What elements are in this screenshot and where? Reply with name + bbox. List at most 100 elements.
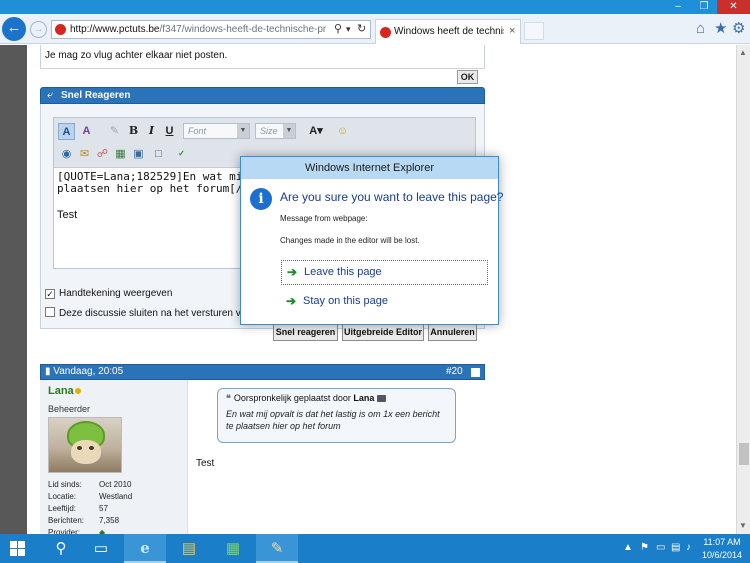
image-icon[interactable]: ▦ bbox=[112, 146, 129, 163]
start-button[interactable] bbox=[0, 534, 37, 563]
font-select[interactable]: Font ▼ bbox=[183, 123, 250, 139]
font-color-icon[interactable]: A bbox=[58, 123, 75, 140]
globe-link-icon[interactable]: ◉ bbox=[58, 146, 75, 163]
new-tab-button[interactable] bbox=[524, 22, 544, 40]
user-stats: Lid sinds: Oct 2010 Locatie: Westland Leef… bbox=[48, 480, 178, 534]
minimize-button[interactable]: – bbox=[665, 0, 691, 14]
volume-icon[interactable]: ♪ bbox=[686, 542, 691, 554]
ok-button[interactable]: OK bbox=[457, 70, 478, 84]
paint-icon[interactable]: ✎ bbox=[256, 534, 298, 563]
post-number-link[interactable]: #20 bbox=[446, 366, 463, 377]
dialog-message: Changes made in the editor will be lost. bbox=[280, 236, 420, 245]
user-stat-key: Leeftijd: bbox=[48, 504, 77, 513]
close-thread-option[interactable]: Deze discussie sluiten na het versturen … bbox=[45, 307, 252, 319]
user-stat-row: Berichten: 7,358 bbox=[48, 516, 178, 528]
refresh-icon[interactable]: ↻ bbox=[357, 22, 366, 37]
signature-checkbox[interactable]: ✓ bbox=[45, 289, 55, 299]
user-stat-value: 57 bbox=[99, 504, 108, 513]
user-stat-row: Lid sinds: Oct 2010 bbox=[48, 480, 178, 492]
quote-bubble-icon[interactable]: □ bbox=[150, 146, 167, 163]
underline-icon[interactable]: U bbox=[161, 123, 178, 140]
tray-chevron-icon[interactable]: ▲ bbox=[623, 542, 633, 554]
spellcheck-icon[interactable]: ✓ bbox=[173, 146, 190, 163]
leave-page-button[interactable]: ➔ Leave this page bbox=[281, 260, 488, 285]
dialog-title: Windows Internet Explorer bbox=[241, 157, 498, 179]
clock-time[interactable]: 11:07 AM bbox=[700, 537, 744, 547]
view-post-icon[interactable] bbox=[377, 395, 387, 402]
post-date-text: Vandaag, 20:05 bbox=[53, 366, 124, 377]
size-select[interactable]: Size ▼ bbox=[255, 123, 296, 139]
cancel-button[interactable]: Annuleren bbox=[428, 324, 477, 341]
address-bar[interactable]: http://www.pctuts.be/f347/windows-heeft-… bbox=[51, 20, 371, 39]
bold-icon[interactable]: B bbox=[125, 123, 142, 140]
scrollbar-thumb[interactable] bbox=[739, 443, 749, 465]
close-window-button[interactable]: ✕ bbox=[717, 0, 750, 14]
stay-on-page-button[interactable]: ➔ Stay on this page bbox=[281, 290, 488, 315]
email-icon[interactable]: ✉ bbox=[76, 146, 93, 163]
close-thread-label: Deze discussie sluiten na het versturen … bbox=[59, 308, 252, 319]
online-status-icon bbox=[75, 388, 81, 394]
forward-button[interactable]: → bbox=[30, 21, 47, 38]
post-user-panel: Lana Beheerder Lid sinds: Oct 2010 Locati… bbox=[40, 380, 188, 534]
site-favicon-icon bbox=[55, 24, 66, 35]
post-date: ▮ Vandaag, 20:05 bbox=[45, 366, 123, 377]
leave-page-label: Leave this page bbox=[304, 266, 382, 278]
tab-favicon-icon bbox=[380, 27, 391, 38]
signature-option[interactable]: ✓ Handtekening weergeven bbox=[45, 288, 172, 299]
flag-icon[interactable]: ⚑ bbox=[640, 542, 649, 554]
back-button[interactable]: ← bbox=[2, 17, 26, 41]
file-explorer-icon[interactable]: ▤ bbox=[168, 534, 210, 563]
editor-body-text: Test bbox=[57, 209, 78, 221]
url-host: http://www.pctuts.be bbox=[70, 24, 160, 35]
avatar[interactable] bbox=[48, 417, 122, 473]
gear-icon[interactable]: ⚙ bbox=[732, 21, 745, 37]
video-icon[interactable]: ▣ bbox=[130, 146, 147, 163]
quick-reply-title: Snel Reageren bbox=[61, 90, 131, 101]
user-stat-row: Leeftijd: 57 bbox=[48, 504, 178, 516]
page-scrollbar[interactable]: ▲ ▼ bbox=[736, 45, 750, 534]
advanced-editor-button[interactable]: Uitgebreide Editor bbox=[342, 324, 424, 341]
unlink-icon[interactable]: ☍ bbox=[94, 146, 111, 163]
post-select-checkbox[interactable] bbox=[471, 368, 480, 377]
scroll-up-icon[interactable]: ▲ bbox=[739, 48, 747, 57]
user-stat-value: Oct 2010 bbox=[99, 480, 132, 489]
highlight-icon[interactable]: A bbox=[78, 123, 95, 140]
browser-tab[interactable]: Windows heeft de technisc... × bbox=[375, 19, 521, 44]
network-icon[interactable]: ▤ bbox=[671, 542, 680, 554]
display-icon[interactable]: ▭ bbox=[656, 542, 665, 554]
quote-author: Lana bbox=[353, 393, 375, 403]
post-header: ▮ Vandaag, 20:05 #20 bbox=[40, 364, 485, 380]
favorites-star-icon[interactable]: ★ bbox=[714, 21, 727, 37]
tab-close-icon[interactable]: × bbox=[509, 25, 515, 37]
user-stat-row: Locatie: Westland bbox=[48, 492, 178, 504]
url-text: http://www.pctuts.be/f347/windows-heeft-… bbox=[70, 23, 326, 36]
maximize-button[interactable]: ❐ bbox=[691, 0, 717, 14]
task-view-icon[interactable]: ▭ bbox=[80, 534, 122, 563]
dropdown-icon[interactable]: ▾ bbox=[346, 22, 351, 37]
internet-explorer-icon[interactable]: e bbox=[124, 534, 166, 563]
arrow-right-icon: ➔ bbox=[286, 294, 297, 308]
leave-page-dialog: Windows Internet Explorer i Are you sure… bbox=[240, 156, 503, 325]
quote-prefix: Oorspronkelijk geplaatst door bbox=[233, 393, 351, 403]
close-thread-checkbox[interactable] bbox=[45, 307, 55, 317]
user-stat-value: 7,358 bbox=[99, 516, 120, 525]
text-color-dropdown-icon[interactable]: A▾ bbox=[305, 123, 327, 140]
scroll-down-icon[interactable]: ▼ bbox=[739, 521, 747, 530]
info-icon: i bbox=[250, 188, 272, 210]
search-taskbar-icon[interactable]: ⚲ bbox=[40, 534, 82, 563]
clock-date[interactable]: 10/6/2014 bbox=[700, 550, 744, 560]
smiley-icon[interactable]: ☺ bbox=[334, 123, 351, 140]
home-icon[interactable]: ⌂ bbox=[696, 21, 705, 37]
quick-reply-header: ⤶ Snel Reageren bbox=[40, 87, 485, 104]
stay-on-page-label: Stay on this page bbox=[303, 295, 389, 307]
browser-navbar: ← → http://www.pctuts.be/f347/windows-he… bbox=[0, 14, 750, 44]
search-icon[interactable]: ⚲ bbox=[334, 22, 342, 37]
store-icon[interactable]: ▦ bbox=[212, 534, 254, 563]
chevron-down-icon: ▼ bbox=[283, 124, 295, 138]
remove-format-icon[interactable]: ✎ bbox=[106, 123, 123, 140]
size-select-label: Size bbox=[260, 126, 278, 136]
italic-icon[interactable]: I bbox=[143, 123, 160, 140]
username-link[interactable]: Lana bbox=[48, 385, 74, 397]
quick-reply-button[interactable]: Snel reageren bbox=[273, 324, 338, 341]
quote-text: En wat mij opvalt is dat het lastig is o… bbox=[226, 409, 440, 431]
